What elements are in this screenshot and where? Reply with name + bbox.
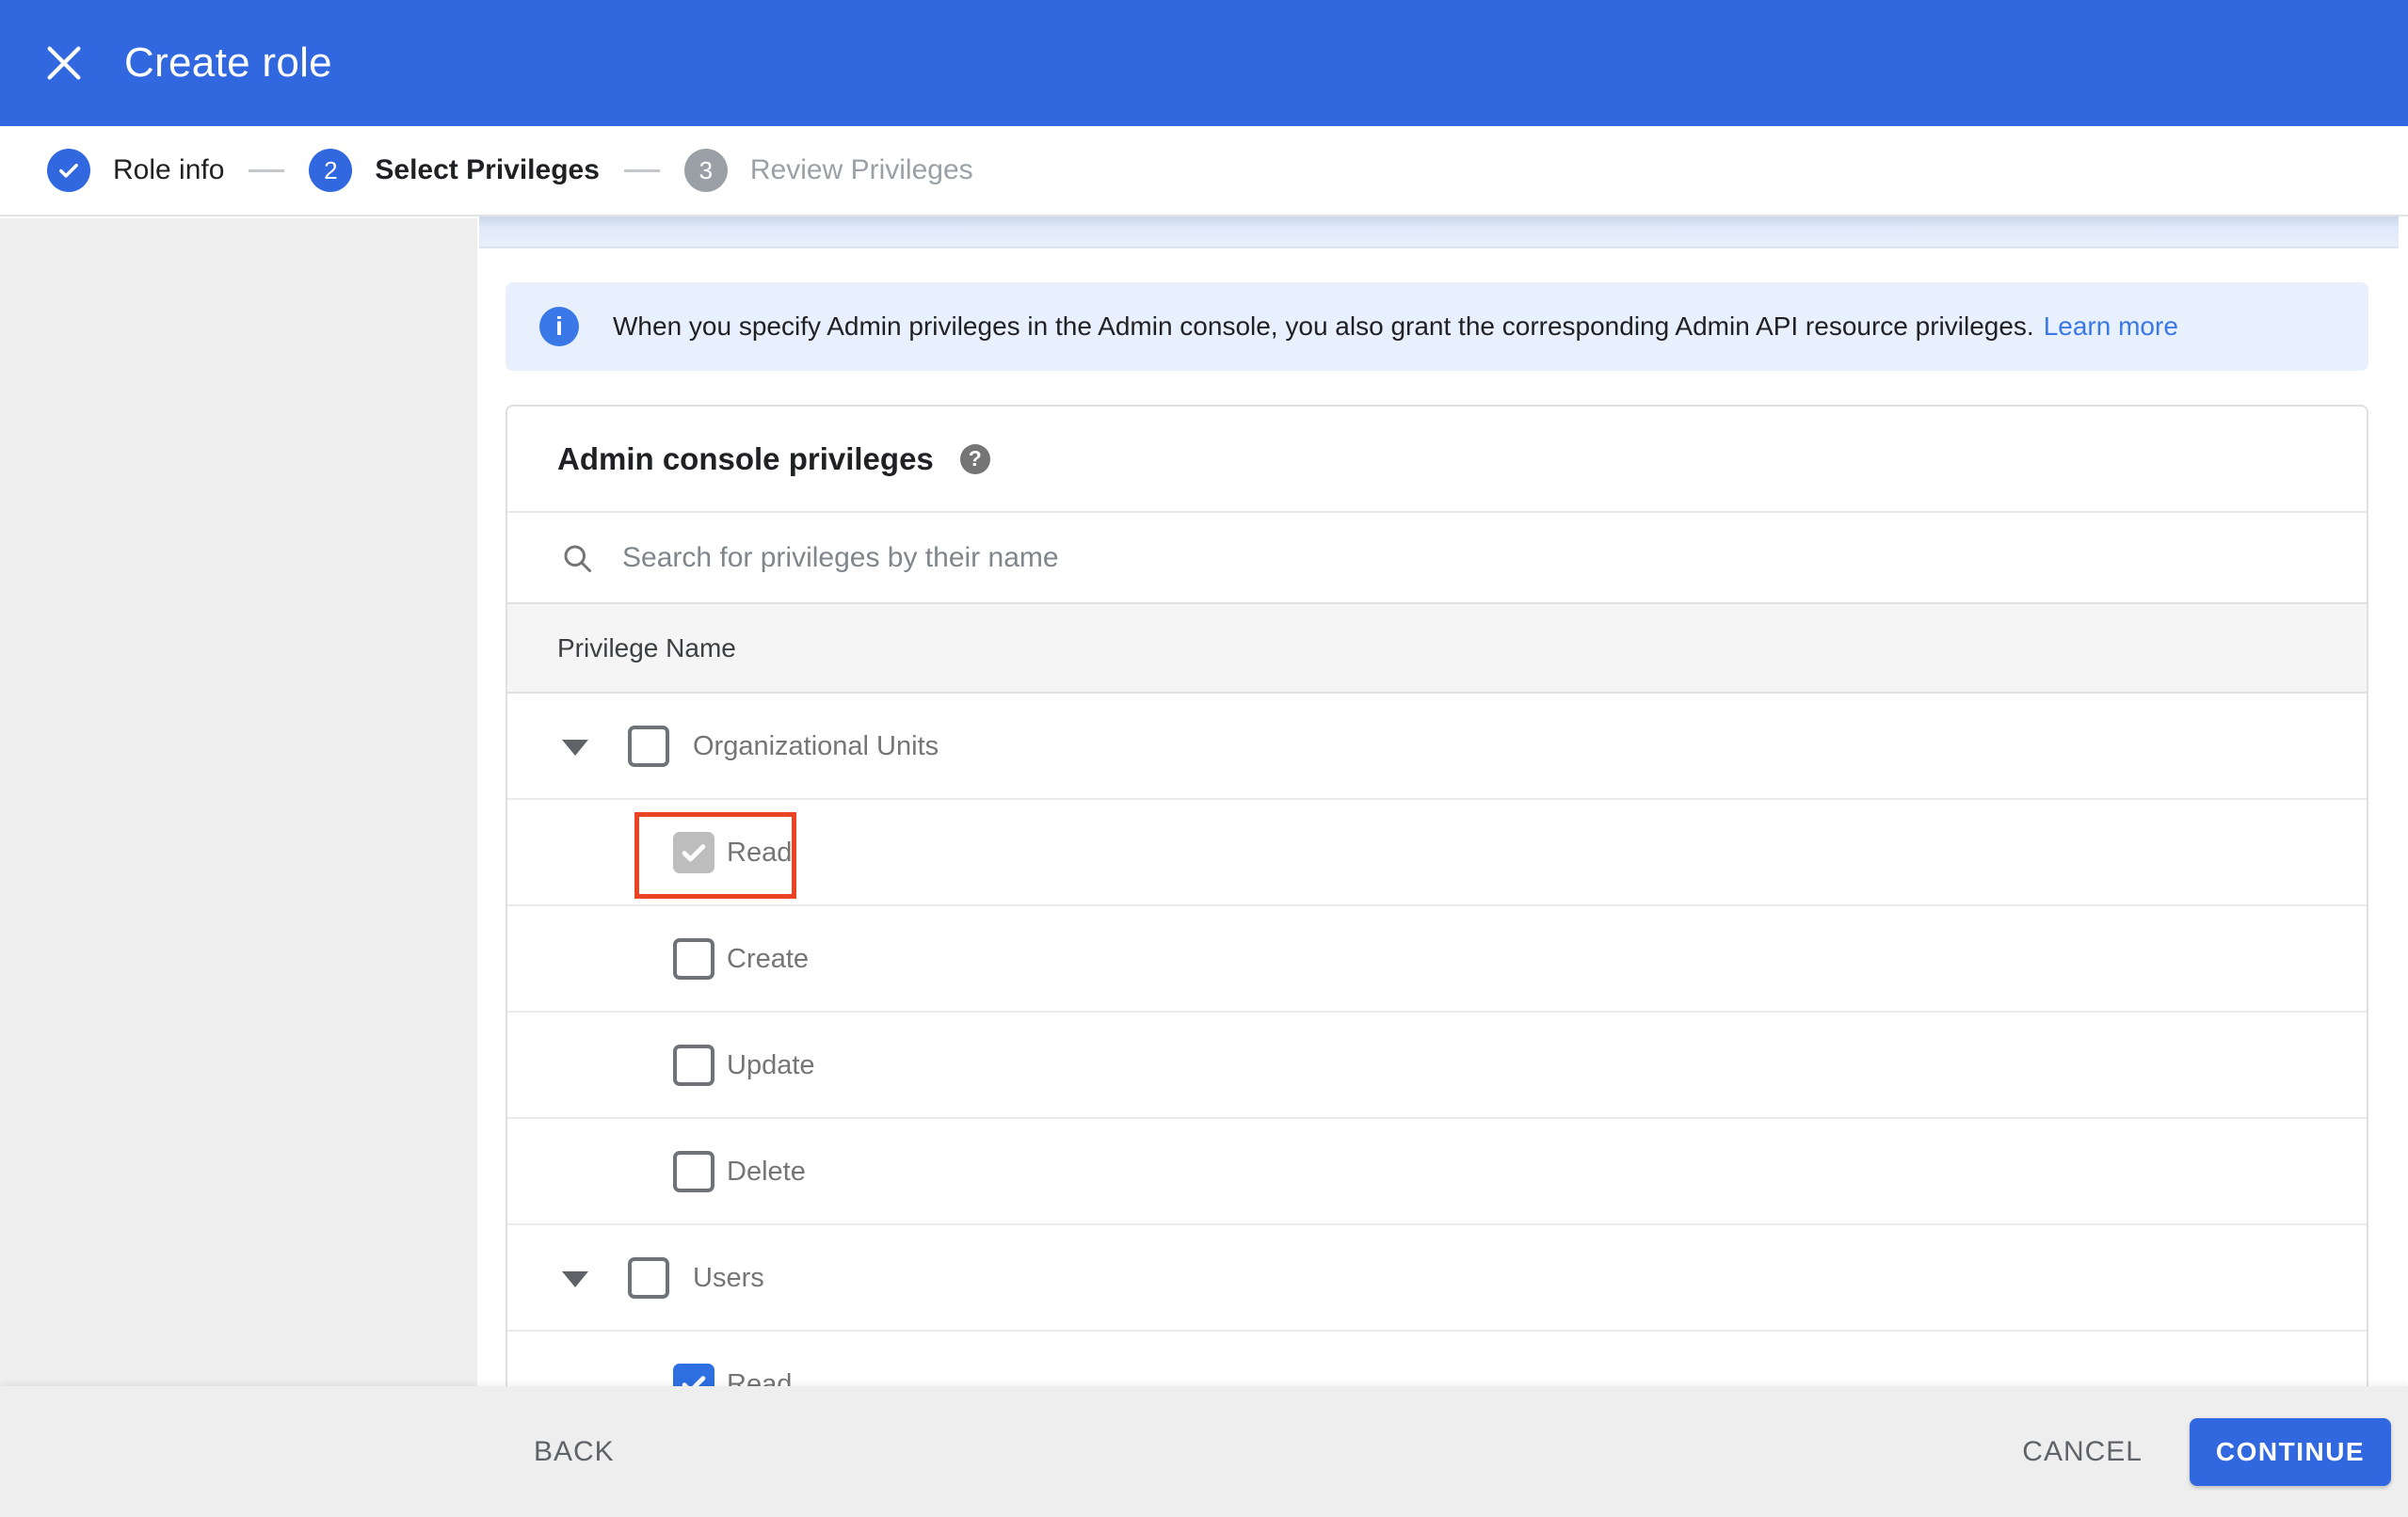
privilege-checkbox[interactable]: [673, 1045, 714, 1086]
privileges-card: Admin console privileges ? Privilege Nam…: [506, 405, 2368, 1517]
search-input[interactable]: [622, 541, 2034, 574]
privilege-label: Update: [727, 1050, 815, 1080]
expand-arrow-icon[interactable]: [562, 740, 588, 756]
close-icon[interactable]: [17, 16, 111, 110]
step-number: 3: [683, 149, 728, 192]
privilege-row[interactable]: Update: [507, 1013, 2367, 1119]
step-label: Review Privileges: [749, 154, 973, 185]
privilege-row[interactable]: Read: [507, 800, 2367, 906]
step-review-privileges[interactable]: 3 Review Privileges: [683, 149, 973, 192]
app-bar: Create role: [0, 0, 2408, 126]
info-icon: i: [539, 307, 579, 346]
privilege-row[interactable]: Users: [507, 1225, 2367, 1332]
cancel-button[interactable]: CANCEL: [2022, 1436, 2143, 1468]
privilege-rows: Organizational Units Read Create Update …: [507, 694, 2367, 1438]
info-banner-text: When you specify Admin privileges in the…: [613, 311, 2178, 341]
search-icon: [564, 545, 591, 572]
table-column-header: Privilege Name: [507, 602, 2367, 694]
dialog-title: Create role: [124, 40, 332, 86]
privilege-checkbox[interactable]: [673, 938, 714, 980]
step-number: 2: [309, 149, 353, 192]
left-rail: [0, 218, 477, 1517]
step-separator: [623, 168, 660, 172]
card-title: Admin console privileges: [557, 440, 934, 476]
privilege-label: Users: [693, 1263, 764, 1293]
info-banner: i When you specify Admin privileges in t…: [506, 282, 2368, 371]
column-header-label: Privilege Name: [557, 632, 736, 663]
help-icon[interactable]: ?: [959, 443, 990, 474]
privilege-checkbox[interactable]: [673, 832, 714, 873]
privilege-row[interactable]: Create: [507, 906, 2367, 1013]
stepper: Role info 2 Select Privileges 3 Review P…: [0, 126, 2408, 216]
footer-bar: BACK CANCEL CONTINUE: [0, 1386, 2408, 1517]
privilege-label: Delete: [727, 1157, 806, 1187]
step-role-info[interactable]: Role info: [47, 149, 224, 192]
privilege-checkbox[interactable]: [628, 726, 669, 767]
privilege-label: Read: [727, 838, 793, 868]
step-label: Role info: [113, 154, 225, 185]
step-label: Select Privileges: [375, 154, 600, 185]
back-button[interactable]: BACK: [534, 1436, 615, 1468]
learn-more-link[interactable]: Learn more: [2044, 311, 2178, 341]
step-check-icon: [47, 149, 90, 192]
footer-actions: CANCEL CONTINUE: [2022, 1417, 2391, 1486]
card-heading: Admin console privileges ?: [507, 407, 2367, 513]
privilege-checkbox[interactable]: [628, 1257, 669, 1299]
step-select-privileges[interactable]: 2 Select Privileges: [309, 149, 600, 192]
continue-button[interactable]: CONTINUE: [2190, 1417, 2391, 1486]
scrolled-content-strip: [479, 216, 2399, 248]
privilege-label: Organizational Units: [693, 731, 939, 761]
privilege-label: Create: [727, 944, 810, 974]
search-row: [507, 513, 2367, 602]
privilege-row[interactable]: Delete: [507, 1119, 2367, 1225]
privilege-row[interactable]: Organizational Units: [507, 694, 2367, 800]
privilege-checkbox[interactable]: [673, 1151, 714, 1192]
expand-arrow-icon[interactable]: [562, 1271, 588, 1287]
step-separator: [249, 168, 285, 172]
